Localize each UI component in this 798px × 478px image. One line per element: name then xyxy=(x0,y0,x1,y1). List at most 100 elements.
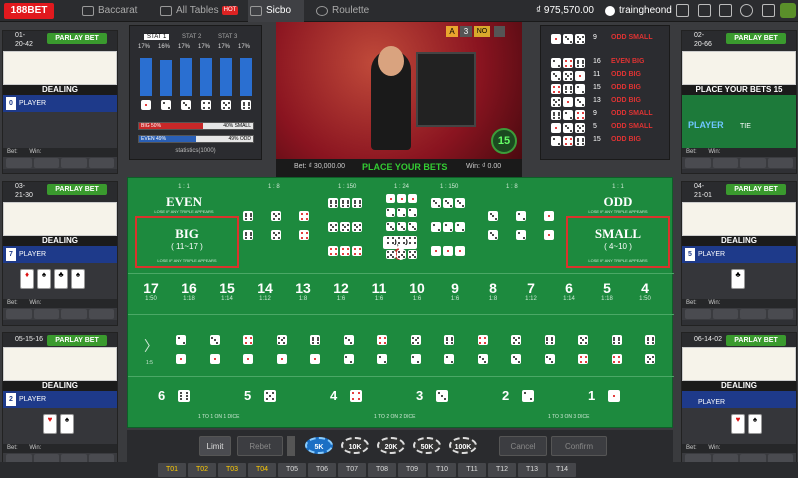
total-5[interactable]: 5 1:18 xyxy=(588,276,626,311)
total-17[interactable]: 17 1:50 xyxy=(132,276,170,311)
single-bet-3[interactable]: 3 xyxy=(416,388,423,403)
die-face-1 xyxy=(243,354,253,364)
tie-label[interactable]: TIE xyxy=(740,123,751,130)
total-15[interactable]: 15 1:14 xyxy=(208,276,246,311)
table-tab-T07[interactable]: T07 xyxy=(338,463,366,477)
parlay-bet-button[interactable]: PARLAY BET xyxy=(47,335,107,346)
help-icon[interactable] xyxy=(762,4,775,17)
chip-scroll-icon[interactable] xyxy=(287,436,295,456)
table-tab-T02[interactable]: T02 xyxy=(188,463,216,477)
stat-tab-2[interactable]: STAT 2 xyxy=(182,34,201,40)
side-table-5[interactable]: 04- 21-01 PARLAY BET DEALING 5 PLAYER ♣ B… xyxy=(681,181,797,326)
single-bet-6[interactable]: 6 xyxy=(158,388,165,403)
chip-50k[interactable]: 50K xyxy=(413,437,441,454)
total-4[interactable]: 4 1:50 xyxy=(626,276,664,311)
dealer-face xyxy=(378,46,404,76)
nav-tab-sicbo[interactable]: Sicbo xyxy=(248,0,304,22)
side-table-4[interactable]: 02- 20-66 PARLAY BET PLACE YOUR BETS 15 … xyxy=(681,30,797,174)
table-tab-T08[interactable]: T08 xyxy=(368,463,396,477)
die-face-2 xyxy=(522,390,534,402)
table-tab-T04[interactable]: T04 xyxy=(248,463,276,477)
table-tab-T09[interactable]: T09 xyxy=(398,463,426,477)
table-tab-T06[interactable]: T06 xyxy=(308,463,336,477)
expand-icon[interactable] xyxy=(698,4,711,17)
total-7[interactable]: 7 1:12 xyxy=(512,276,550,311)
mini-bet-board[interactable]: PLAYER TIE xyxy=(682,95,796,148)
rebet-button[interactable]: Rebet xyxy=(237,436,283,456)
table-tab-T13[interactable]: T13 xyxy=(518,463,546,477)
side-table-1[interactable]: 01- 20-42 PARLAY BET DEALING 0 PLAYER Bet… xyxy=(2,30,118,174)
parlay-bet-button[interactable]: PARLAY BET xyxy=(726,33,786,44)
odd-bet[interactable]: ODD xyxy=(562,194,674,210)
table-tab-T03[interactable]: T03 xyxy=(218,463,246,477)
die-face-4 xyxy=(299,211,309,221)
chip-10k[interactable]: 10K xyxy=(341,437,369,454)
total-16[interactable]: 16 1:18 xyxy=(170,276,208,311)
single-bet-4[interactable]: 4 xyxy=(330,388,337,403)
history-icon[interactable] xyxy=(719,4,732,17)
player-label[interactable]: PLAYER xyxy=(688,120,724,130)
table-tab-T11[interactable]: T11 xyxy=(458,463,486,477)
bet-line: Bet: Win: xyxy=(3,444,117,453)
nav-tab-roulette[interactable]: Roulette xyxy=(314,0,380,22)
die-face-3 xyxy=(209,335,220,345)
total-12[interactable]: 12 1:6 xyxy=(322,276,360,311)
die-face-3 xyxy=(563,123,573,133)
score: 5 xyxy=(685,248,695,261)
scroll-left-icon[interactable]: 〉 xyxy=(144,336,158,356)
die-face-3 xyxy=(511,354,521,364)
side-table-6[interactable]: 06-14-02 PARLAY BET DEALING PLAYER ♥ ♠ B… xyxy=(681,332,797,478)
brand-logo[interactable]: 188BET xyxy=(4,3,54,19)
chip-100k[interactable]: 100K xyxy=(449,437,477,454)
no-badge: NO xyxy=(474,26,490,37)
total-8[interactable]: 8 1:8 xyxy=(474,276,512,311)
die-face-3 xyxy=(544,354,555,364)
limit-button[interactable]: Limit xyxy=(199,436,231,456)
single-bet-5[interactable]: 5 xyxy=(244,388,251,403)
cards-area xyxy=(3,112,117,148)
die-face-4 xyxy=(611,354,622,364)
table-tab-T12[interactable]: T12 xyxy=(488,463,516,477)
chat-icon[interactable] xyxy=(780,3,796,18)
status-label: DEALING xyxy=(682,381,796,391)
cancel-button[interactable]: Cancel xyxy=(499,436,547,456)
die-face-2 xyxy=(343,354,354,364)
total-10[interactable]: 10 1:6 xyxy=(398,276,436,311)
result-tags: ODD BIG xyxy=(611,71,641,78)
status-label: DEALING xyxy=(3,85,117,95)
total-14[interactable]: 14 1:12 xyxy=(246,276,284,311)
confirm-button[interactable]: Confirm xyxy=(551,436,607,456)
total-9[interactable]: 9 1:6 xyxy=(436,276,474,311)
expand-video-icon[interactable] xyxy=(494,26,505,37)
even-bet[interactable]: EVEN xyxy=(128,194,240,210)
table-tab-T10[interactable]: T10 xyxy=(428,463,456,477)
die-face-4 xyxy=(551,84,561,94)
minimize-icon[interactable] xyxy=(676,4,689,17)
parlay-bet-button[interactable]: PARLAY BET xyxy=(47,184,107,195)
card: ♣ xyxy=(731,269,745,289)
chip-20k[interactable]: 20K xyxy=(377,437,405,454)
score: 0 xyxy=(6,97,16,110)
single-bet-2[interactable]: 2 xyxy=(502,388,509,403)
parlay-bet-button[interactable]: PARLAY BET xyxy=(726,184,786,195)
control-row xyxy=(682,308,796,320)
single-bet-1[interactable]: 1 xyxy=(588,388,595,403)
die-face-4 xyxy=(563,136,573,146)
table-tab-T01[interactable]: T01 xyxy=(158,463,186,477)
nav-tab-all-tables[interactable]: All Tables HOT xyxy=(158,0,240,22)
total-13[interactable]: 13 1:8 xyxy=(284,276,322,311)
stat-tab-1[interactable]: STAT 1 xyxy=(144,34,170,40)
parlay-bet-button[interactable]: PARLAY BET xyxy=(726,335,786,346)
table-tab-T14[interactable]: T14 xyxy=(548,463,576,477)
nav-tab-baccarat[interactable]: Baccarat xyxy=(80,0,150,22)
stat-tab-3[interactable]: STAT 3 xyxy=(218,34,237,40)
total-6[interactable]: 6 1:14 xyxy=(550,276,588,311)
cards-icon xyxy=(82,6,94,16)
total-11[interactable]: 11 1:6 xyxy=(360,276,398,311)
chip-5k[interactable]: 5K xyxy=(305,437,333,454)
settings-icon[interactable] xyxy=(740,4,753,17)
side-table-3[interactable]: 05-15-16 PARLAY BET DEALING 2 PLAYER ♥ ♠ … xyxy=(2,332,118,478)
parlay-bet-button[interactable]: PARLAY BET xyxy=(47,33,107,44)
side-table-2[interactable]: 03- 21-30 PARLAY BET DEALING 7 PLAYER ♦ ♠… xyxy=(2,181,118,326)
table-tab-T05[interactable]: T05 xyxy=(278,463,306,477)
